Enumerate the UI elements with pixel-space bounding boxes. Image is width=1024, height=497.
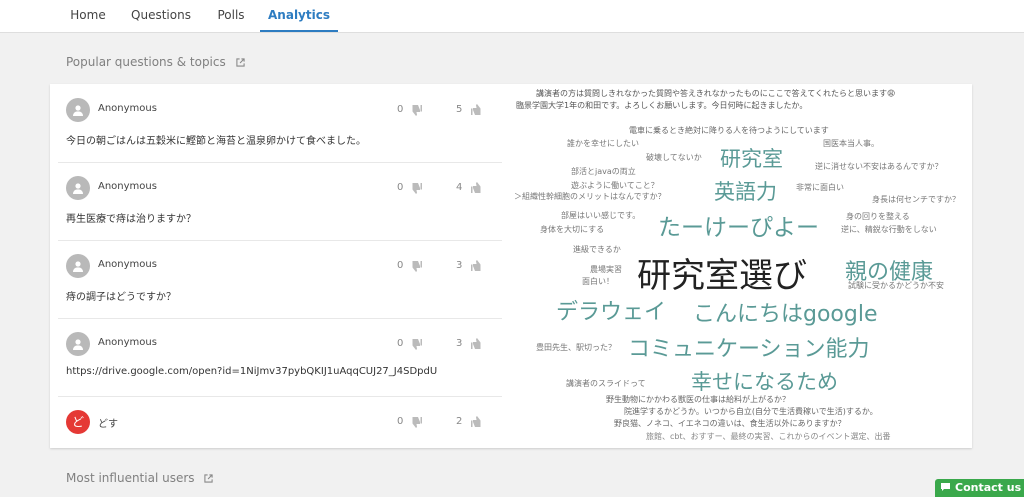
cloud-word[interactable]: 遊ぶように働いてこと？ [571,180,659,191]
cloud-word[interactable]: 国医本当人事。 [823,138,879,149]
cloud-word[interactable]: 逆に、精鋭な行動をしない [841,224,937,235]
contact-us-label: Contact us [955,481,1022,494]
person-icon [73,339,83,350]
question-item[interactable]: Anonymous 0 4 再生医療で痔は治りますか？ [58,162,502,241]
cloud-word[interactable]: 幸せになるため [691,366,838,396]
question-author: Anonymous [98,337,157,348]
thumbs-down-icon[interactable] [409,103,423,117]
cloud-word[interactable]: デラウェイ [556,294,666,326]
cloud-word[interactable]: 破壊してないか [646,152,702,163]
cloud-word[interactable]: 身体を大切にする [540,224,604,235]
cloud-word[interactable]: 農場実習 [590,264,622,275]
person-icon [73,183,83,194]
cloud-word[interactable]: 誰かを幸せにしたい [567,138,639,149]
external-link-icon[interactable] [235,58,245,67]
thumbs-down-icon[interactable] [409,415,423,429]
cloud-word[interactable]: 豊田先生、駅切った？ [536,342,616,353]
downvote-count: 0 [397,338,404,349]
upvote-count: 5 [456,104,463,115]
avatar [66,332,90,356]
word-cloud: 講演者の方は質問しきれなかった質問や答えきれなかったものにここで答えてくれたらと… [510,84,972,448]
cloud-word[interactable]: 講演者のスライドって [566,378,646,389]
avatar [66,98,90,122]
tab-analytics[interactable]: Analytics [260,0,338,32]
cloud-word[interactable]: 野良猫、ノネコ、イエネコの違いは、食生活以外にありますか？ [614,418,846,429]
top-nav-bar: Home Questions Polls Analytics [0,0,1024,33]
cloud-word[interactable]: 身の回りを整える [846,211,910,222]
cloud-word[interactable]: 英語力 [714,176,777,206]
downvote-count: 0 [397,104,404,115]
influential-section-title: Most influential users [66,471,195,485]
avatar [66,176,90,200]
avatar [66,254,90,278]
cloud-word[interactable]: 部活とjavaの両立 [571,166,636,177]
question-text: 再生医療で痔は治りますか？ [66,214,196,225]
cloud-word[interactable]: 講演者の方は質問しきれなかった質問や答えきれなかったものにここで答えてくれたらと… [536,88,895,99]
cloud-word[interactable]: 部屋はいい感じです。 [561,210,640,221]
external-link-icon[interactable] [204,474,213,483]
question-item[interactable]: Anonymous 0 3 痔の調子はどうですか？ [58,240,502,319]
upvote-count: 4 [456,182,463,193]
contact-us-button[interactable]: Contact us [935,479,1024,497]
cloud-word[interactable]: 研究室選び [637,248,807,297]
question-text: 今日の朝ごはんは五穀米に鰹節と海苔と温泉卵かけて食べました。 [66,136,366,147]
popular-card: Anonymous 0 5 今日の朝ごはんは五穀米に鰹節と海苔と温泉卵かけて食べ… [50,84,972,448]
cloud-word[interactable]: 逆に消せない不安はあるんですか？ [815,161,943,172]
thumbs-up-icon[interactable] [470,337,484,351]
thumbs-up-icon[interactable] [470,259,484,273]
question-author: Anonymous [98,103,157,114]
cloud-word[interactable]: 進級できるか [573,244,621,255]
question-author: どす [98,419,118,430]
popular-section-title: Popular questions & topics [66,55,226,69]
avatar: ど [66,410,90,434]
cloud-word[interactable]: 面白い！ [582,276,614,287]
question-author: Anonymous [98,259,157,270]
downvote-count: 0 [397,182,404,193]
person-icon [73,261,83,272]
cloud-word[interactable]: 研究室 [720,143,783,173]
person-icon [73,105,83,116]
thumbs-down-icon[interactable] [409,259,423,273]
tab-polls[interactable]: Polls [208,0,254,32]
thumbs-up-icon[interactable] [470,103,484,117]
cloud-word[interactable]: 臨景学園大学1年の和田です。よろしくお願いします。今日何時に起きましたか。 [516,100,807,111]
popular-section-header: Popular questions & topics [66,55,245,69]
cloud-word[interactable]: ＞組織性幹細胞のメリットはなんですか？ [514,191,666,202]
cloud-word[interactable]: 身長は何センチですか？ [872,194,960,205]
cloud-word[interactable]: 電車に乗るとき絶対に降りる人を待つようにしています [629,125,829,136]
cloud-word[interactable]: 旅館、cbt、おすすー、最終の実習、これからのイベント選定、出番 [646,431,891,442]
cloud-word[interactable]: 非常に面白い [796,182,844,193]
thumbs-down-icon[interactable] [409,337,423,351]
question-list: Anonymous 0 5 今日の朝ごはんは五穀米に鰹節と海苔と温泉卵かけて食べ… [50,84,510,448]
cloud-word[interactable]: こんにちはgoogle [693,296,878,328]
downvote-count: 0 [397,260,404,271]
tab-questions[interactable]: Questions [128,0,194,32]
question-item[interactable]: ど どす 0 2 [58,396,502,448]
question-text: 痔の調子はどうですか？ [66,292,176,303]
question-author: Anonymous [98,181,157,192]
thumbs-up-icon[interactable] [470,181,484,195]
cloud-word[interactable]: 野生動物にかかわる獣医の仕事は給料が上がるか？ [606,394,790,405]
cloud-word[interactable]: 試験に受かるかどうか不安 [848,280,944,291]
cloud-word[interactable]: たーけーぴよー [658,208,819,242]
question-text: https://drive.google.com/open?id=1NiJmv3… [66,366,438,377]
downvote-count: 0 [397,416,404,427]
upvote-count: 3 [456,260,463,271]
question-item[interactable]: Anonymous 0 3 https://drive.google.com/o… [58,318,502,397]
chat-icon [941,483,950,491]
upvote-count: 3 [456,338,463,349]
thumbs-down-icon[interactable] [409,181,423,195]
cloud-word[interactable]: 院進学するかどうか。いつから自立(自分で生活費稼いで生活)するか。 [624,406,878,417]
question-item[interactable]: Anonymous 0 5 今日の朝ごはんは五穀米に鰹節と海苔と温泉卵かけて食べ… [58,84,502,163]
tab-home[interactable]: Home [64,0,112,32]
thumbs-up-icon[interactable] [470,415,484,429]
upvote-count: 2 [456,416,463,427]
influential-section-header: Most influential users [66,471,213,485]
cloud-word[interactable]: コミュニケーション能力 [628,331,870,363]
